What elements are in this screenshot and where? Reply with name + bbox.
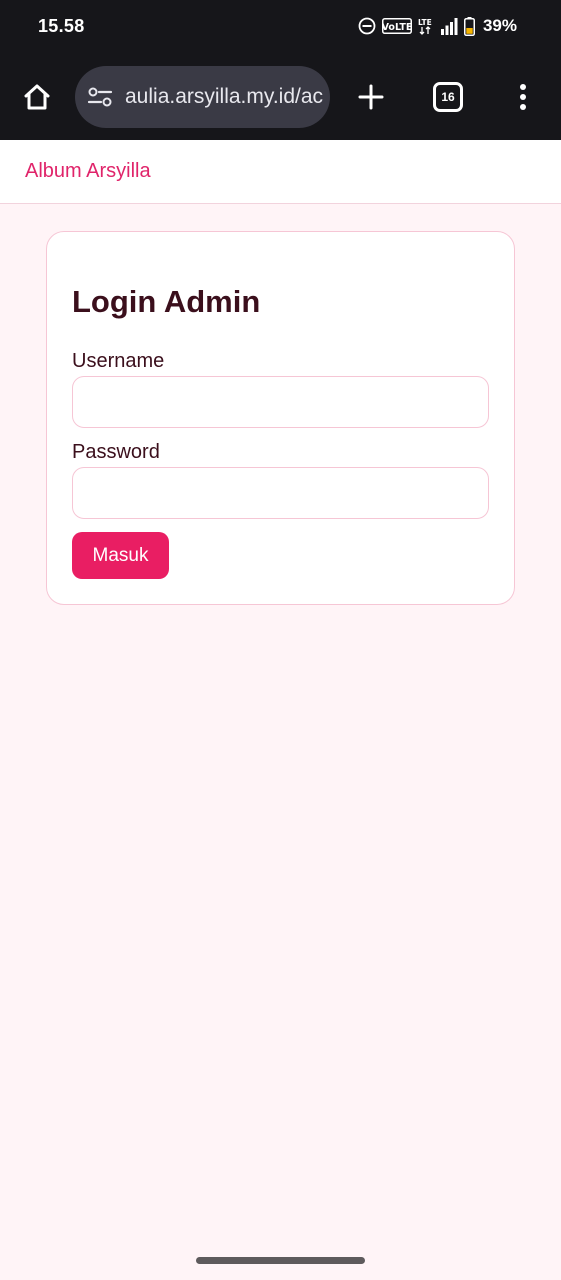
volte-icon: VoLTE bbox=[381, 18, 412, 34]
tab-count: 16 bbox=[441, 90, 455, 104]
password-input[interactable] bbox=[72, 467, 489, 519]
battery-percent: 39% bbox=[482, 16, 517, 35]
home-icon bbox=[24, 84, 50, 110]
status-bar: 15.58 VoLTE LTE 39% bbox=[0, 0, 561, 52]
lte-icon: LTE bbox=[418, 17, 434, 35]
status-icons: VoLTE LTE 39% bbox=[358, 14, 517, 38]
do-not-disturb-icon bbox=[358, 17, 376, 35]
new-tab-button[interactable] bbox=[352, 78, 390, 116]
status-time: 15.58 bbox=[38, 16, 85, 36]
username-label: Username bbox=[72, 350, 165, 372]
address-bar[interactable]: aulia.arsyilla.my.id/ac bbox=[75, 66, 330, 128]
more-menu-icon bbox=[520, 84, 526, 110]
gesture-navigation-bar[interactable] bbox=[196, 1257, 365, 1264]
login-title: Login Admin bbox=[72, 284, 261, 319]
lte-label: LTE bbox=[418, 18, 432, 27]
site-settings-icon[interactable] bbox=[87, 85, 113, 114]
browser-toolbar: aulia.arsyilla.my.id/ac 16 bbox=[0, 52, 561, 140]
username-input[interactable] bbox=[72, 376, 489, 428]
home-button[interactable] bbox=[18, 78, 56, 116]
login-submit-button[interactable]: Masuk bbox=[72, 532, 169, 579]
password-label: Password bbox=[72, 441, 160, 463]
new-tab-icon bbox=[358, 84, 384, 110]
url-text[interactable]: aulia.arsyilla.my.id/ac bbox=[125, 85, 325, 109]
site-header: Album Arsyilla bbox=[0, 140, 561, 204]
login-card: Login Admin Username Password Masuk bbox=[46, 231, 515, 605]
more-menu-button[interactable] bbox=[508, 78, 538, 116]
tab-switcher-button[interactable]: 16 bbox=[433, 82, 463, 112]
battery-icon bbox=[463, 16, 475, 36]
volte-badge-text: VoLTE bbox=[382, 22, 412, 33]
site-brand-link[interactable]: Album Arsyilla bbox=[25, 160, 151, 183]
signal-icon bbox=[440, 17, 458, 35]
